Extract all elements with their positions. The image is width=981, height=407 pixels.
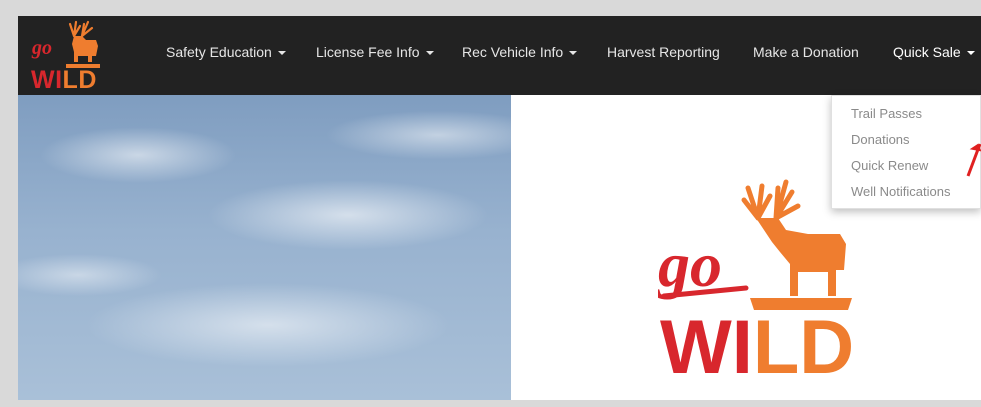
caret-down-icon — [277, 51, 286, 56]
brand-logo[interactable]: go WILD — [30, 18, 100, 90]
quick-sale-dropdown-menu: Trail Passes Donations Quick Renew Well … — [831, 95, 981, 209]
nav-rec-vehicle-info[interactable]: Rec Vehicle Info — [462, 43, 578, 61]
nav-quick-sale[interactable]: Quick Sale — [893, 43, 975, 61]
hero-brand-logo: go WILD — [658, 179, 854, 378]
svg-text:go: go — [31, 37, 52, 59]
hero-logo-wordmark: WILD — [660, 305, 854, 378]
caret-down-icon — [966, 51, 975, 56]
top-navbar: go WILD Safety Education License Fee Inf… — [18, 16, 981, 95]
nav-license-fee-info[interactable]: License Fee Info — [316, 43, 434, 61]
caret-down-icon — [425, 51, 434, 56]
logo-wordmark: WILD — [31, 66, 97, 90]
nav-safety-education[interactable]: Safety Education — [166, 43, 286, 61]
dropdown-item-well-notifications[interactable]: Well Notifications — [851, 184, 950, 200]
deer-icon — [68, 20, 94, 38]
dropdown-item-donations[interactable]: Donations — [851, 132, 910, 148]
caret-down-icon — [569, 51, 578, 56]
dropdown-item-trail-passes[interactable]: Trail Passes — [851, 106, 922, 122]
hero-sky-image — [18, 95, 511, 400]
nav-harvest-reporting[interactable]: Harvest Reporting — [607, 43, 720, 61]
annotation-arrow-icon — [966, 143, 981, 177]
page-frame: go WILD Safety Education License Fee Inf… — [18, 16, 981, 400]
deer-icon — [741, 179, 801, 221]
nav-make-a-donation[interactable]: Make a Donation — [753, 43, 859, 61]
dropdown-item-quick-renew[interactable]: Quick Renew — [851, 158, 928, 174]
